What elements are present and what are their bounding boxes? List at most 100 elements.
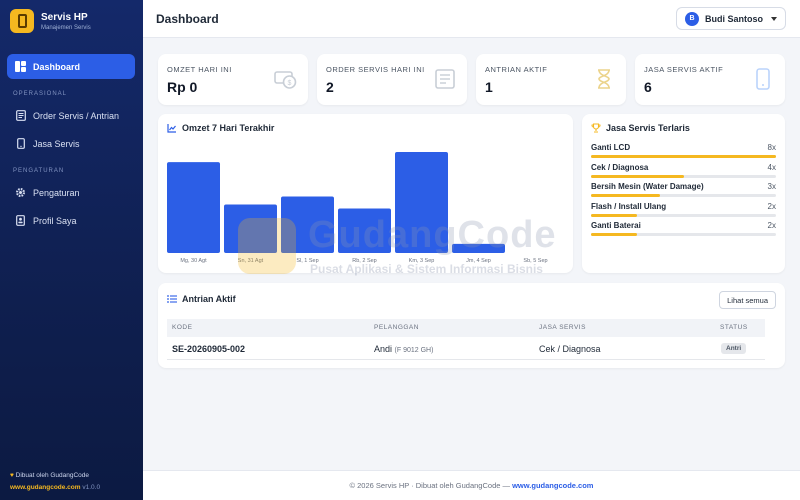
footer-link[interactable]: www.gudangcode.com (512, 481, 593, 490)
progress-fill (591, 155, 776, 158)
service-name: Cek / Diagnosa (591, 162, 649, 172)
credit-link[interactable]: www.gudangcode.com (10, 484, 81, 491)
stat-label: ANTRIAN AKTIF (485, 65, 548, 74)
x-tick-label: Sb, 5 Sep (523, 258, 547, 264)
stat-card-orders: ORDER SERVIS HARI INI 2 (317, 54, 467, 105)
bar-4 (395, 152, 448, 253)
progress-track (591, 213, 776, 217)
stat-label: ORDER SERVIS HARI INI (326, 65, 425, 74)
phone-icon (15, 138, 26, 149)
avatar: B (685, 11, 699, 26)
progress-fill (591, 213, 638, 217)
list-item: Ganti Baterai 2x (591, 221, 776, 236)
stat-card-revenue: OMZET HARI INI Rp 0 $ (158, 54, 308, 105)
list-item: Flash / Install Ulang 2x (591, 201, 776, 217)
table-header: KODE PELANGGAN JASA SERVIS STATUS (167, 319, 765, 337)
active-queue-card: Antrian Aktif Lihat semua KODE PELANGGAN… (158, 283, 785, 368)
stat-value: 2 (326, 79, 334, 95)
trophy-icon (591, 123, 601, 133)
credit: ♥ Dibuat oleh GudangCode (10, 472, 89, 479)
progress-track (591, 194, 776, 197)
bar-5 (452, 243, 505, 253)
stat-label: JASA SERVIS AKTIF (644, 65, 724, 74)
service-name: Ganti Baterai (591, 221, 641, 230)
queue-title: Antrian Aktif (182, 294, 236, 304)
sidebar-item-label: Profil Saya (33, 215, 77, 226)
receipt-icon (435, 69, 455, 89)
sidebar-item-label: Jasa Servis (33, 138, 80, 149)
sidebar-item-profile[interactable]: Profil Saya (15, 215, 77, 226)
column-header-service: JASA SERVIS (539, 324, 586, 331)
x-tick-label: Km, 3 Sep (409, 258, 435, 264)
stat-label: OMZET HARI INI (167, 65, 232, 74)
list-item: Bersih Mesin (Water Damage) 3x (591, 182, 776, 197)
brand[interactable]: Servis HP Manajemen Servis (0, 2, 143, 40)
table-row[interactable]: SE-20260905-002 Andi (F 9012 GH) Cek / D… (167, 337, 765, 360)
customer-cell: Andi (F 9012 GH) (374, 344, 433, 354)
progress-fill (591, 194, 661, 197)
queue-title-row: Antrian Aktif (167, 294, 236, 304)
bar-1 (224, 204, 277, 253)
service-name: Bersih Mesin (Water Damage) (591, 182, 704, 191)
phone-icon (756, 68, 770, 90)
status-badge: Antri (721, 343, 747, 354)
x-tick-label: Sl, 1 Sep (296, 258, 318, 264)
service-count: 3x (767, 182, 776, 191)
list-icon (167, 294, 177, 304)
caret-down-icon (771, 16, 777, 21)
column-header-status: STATUS (720, 324, 748, 331)
x-tick-label: Rb, 2 Sep (352, 258, 376, 264)
x-tick-label: Mg, 30 Agt (180, 258, 207, 264)
service-name: Flash / Install Ulang (591, 201, 667, 211)
list-item: Cek / Diagnosa 4x (591, 162, 776, 178)
see-all-button[interactable]: Lihat semua (719, 291, 776, 309)
credit-link-row: www.gudangcode.com v1.0.0 (10, 484, 100, 491)
sidebar-item-orders[interactable]: Order Servis / Antrian (15, 110, 119, 121)
service-name: Ganti LCD (591, 143, 631, 152)
bar-0 (167, 162, 220, 253)
section-label-settings: PENGATURAN (13, 168, 65, 174)
x-tick-label: Jm, 4 Sep (466, 258, 491, 264)
heart-icon: ♥ (10, 472, 14, 479)
service-count: 2x (767, 201, 776, 211)
customer-plate: (F 9012 GH) (394, 347, 434, 354)
stat-value: Rp 0 (167, 79, 198, 95)
service-count: 8x (767, 143, 776, 152)
section-label-operational: OPERASIONAL (13, 91, 68, 97)
user-name: Budi Santoso (705, 13, 763, 24)
phone-logo-icon (10, 9, 34, 33)
stat-value: 1 (485, 79, 493, 95)
sidebar-item-dashboard[interactable]: Dashboard (7, 54, 135, 79)
revenue-bar-chart: Mg, 30 Agt Sn, 31 Agt Sl, 1 Sep Rb, 2 Sep Km… (167, 152, 548, 264)
page-footer: © 2026 Servis HP · Dibuat oleh GudangCod… (143, 470, 800, 500)
customer-name: Andi (374, 344, 393, 354)
money-icon: $ (274, 71, 297, 89)
stat-card-queue: ANTRIAN AKTIF 1 (476, 54, 626, 105)
footer-text: © 2026 Servis HP · Dibuat oleh GudangCod… (349, 481, 513, 490)
top-services-card: Jasa Servis Terlaris Ganti LCD 8x Cek / Di… (582, 114, 785, 273)
stat-value: 6 (644, 79, 652, 95)
sidebar-item-label: Order Servis / Antrian (33, 110, 120, 121)
sidebar-item-settings[interactable]: Pengaturan (15, 187, 80, 198)
dashboard-icon (15, 61, 26, 72)
brand-title: Servis HP (41, 11, 88, 23)
progress-fill (591, 174, 684, 178)
hourglass-icon (598, 69, 610, 89)
version: v1.0.0 (82, 484, 101, 491)
progress-track (591, 233, 776, 236)
sidebar-item-label: Dashboard (33, 61, 81, 72)
list-icon (15, 110, 26, 121)
sidebar-item-services[interactable]: Jasa Servis (15, 138, 80, 149)
brand-subtitle: Manajemen Servis (41, 24, 91, 31)
list-item: Ganti LCD 8x (591, 143, 776, 158)
service-count: 4x (767, 162, 776, 172)
progress-track (591, 174, 776, 178)
svg-text:$: $ (288, 80, 292, 87)
user-menu-button[interactable]: B Budi Santoso (676, 7, 786, 30)
stat-card-services: JASA SERVIS AKTIF 6 (635, 54, 785, 105)
sidebar-item-label: Pengaturan (33, 187, 80, 198)
bar-2 (281, 196, 334, 253)
progress-track (591, 155, 776, 158)
revenue-chart-card: Omzet 7 Hari Terakhir Mg, 30 Agt Sn, 31 A… (158, 114, 573, 273)
credit-text: Dibuat oleh GudangCode (15, 472, 90, 479)
